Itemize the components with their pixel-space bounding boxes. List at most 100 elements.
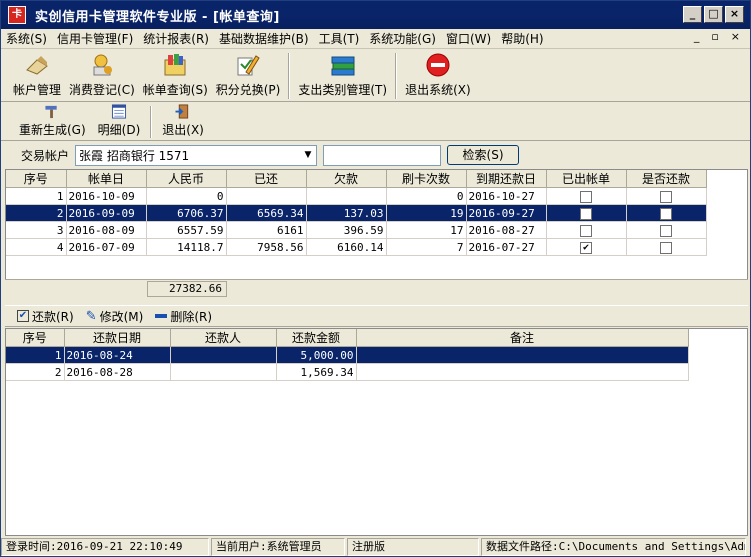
column-header[interactable]: 是否还款 (626, 170, 707, 188)
window-title: 实创信用卡管理软件专业版 - [帐单查询] (35, 9, 280, 25)
menu-bar: 系统(S) 信用卡管理(F) 统计报表(R) 基础数据维护(B) 工具(T) 系… (1, 29, 750, 49)
minimize-button[interactable]: _ (683, 6, 702, 23)
repaid-checkbox[interactable] (660, 190, 672, 203)
column-header[interactable]: 序号 (6, 329, 65, 347)
consume-register-button[interactable]: 消费登记(C) (65, 51, 139, 101)
detail-icon (111, 104, 126, 119)
menu-help[interactable]: 帮助(H) (496, 30, 548, 48)
cell: 2016-08-27 (466, 221, 547, 239)
menu-tools[interactable]: 工具(T) (314, 30, 365, 48)
repaid-checkbox[interactable] (660, 207, 672, 220)
mdi-minimize-icon[interactable]: _ (694, 30, 700, 43)
cell: 17 (386, 221, 467, 239)
column-header[interactable]: 帐单日 (66, 170, 147, 188)
regenerate-button[interactable]: 重新生成(G) (13, 104, 92, 140)
chevron-down-icon[interactable]: ▼ (300, 150, 316, 160)
table-row[interactable]: 4 2016-07-09 14118.7 7958.56 6160.14 7 2… (6, 238, 707, 256)
cell: 14118.7 (146, 238, 227, 256)
account-select[interactable]: 张霞 招商银行 1571 ▼ (75, 144, 318, 166)
bill-table[interactable]: 序号 帐单日 人民币 已还 欠款 刷卡次数 到期还款日 已出帐单 是否还款 1 … (5, 169, 748, 297)
title-bar[interactable]: 卡 实创信用卡管理软件专业版 - [帐单查询] _ □ × (1, 1, 750, 29)
cell (546, 187, 627, 205)
cell (356, 346, 689, 364)
issued-checkbox[interactable] (580, 224, 592, 237)
cell: 6161 (226, 221, 307, 239)
mdi-close-icon[interactable]: × (731, 30, 740, 43)
repaid-checkbox[interactable] (660, 224, 672, 237)
search-button[interactable]: 检索(S) (447, 145, 520, 165)
column-header[interactable]: 还款人 (170, 329, 277, 347)
status-edition: 注册版 (347, 538, 479, 556)
exit-icon (426, 53, 450, 77)
account-label: 交易帐户 (21, 148, 70, 163)
cell (356, 363, 689, 381)
menu-system[interactable]: 系统(S) (1, 30, 52, 48)
cell (626, 187, 707, 205)
cell: 7958.56 (226, 238, 307, 256)
cell: 2016-10-09 (66, 187, 147, 205)
rmb-total: 27382.66 (147, 281, 227, 297)
cell: 3 (6, 221, 67, 239)
detail-button[interactable]: 明细(D) (92, 104, 147, 140)
app-window: 卡 实创信用卡管理软件专业版 - [帐单查询] _ □ × 系统(S) 信用卡管… (0, 0, 751, 557)
filter-bar: 交易帐户 张霞 招商银行 1571 ▼ 检索(S) (1, 142, 750, 168)
delete-label: 删除(R) (170, 309, 213, 324)
column-header[interactable]: 已出帐单 (546, 170, 627, 188)
issued-checkbox[interactable] (580, 207, 592, 220)
table-row[interactable]: 1 2016-10-09 0 0 2016-10-27 (6, 187, 707, 205)
column-header[interactable]: 还款日期 (64, 329, 171, 347)
column-header[interactable]: 序号 (6, 170, 67, 188)
table-row[interactable]: 2 2016-08-28 1,569.34 (6, 363, 689, 381)
maximize-button[interactable]: □ (704, 6, 723, 23)
exit-system-button[interactable]: 退出系统(X) (401, 51, 475, 101)
cell: ✔ (546, 238, 627, 256)
cell: 2 (6, 363, 65, 381)
issued-checkbox[interactable] (580, 190, 592, 203)
menu-system-functions[interactable]: 系统功能(G) (364, 30, 441, 48)
menu-credit-card[interactable]: 信用卡管理(F) (52, 30, 138, 48)
search-input[interactable] (323, 144, 442, 166)
column-header[interactable]: 已还 (226, 170, 307, 188)
cell: 1,569.34 (276, 363, 357, 381)
regenerate-label: 重新生成(G) (19, 123, 86, 137)
account-select-value: 张霞 招商银行 1571 (79, 148, 190, 163)
table-row[interactable]: 1 2016-08-24 5,000.00 (6, 346, 689, 364)
column-header[interactable]: 人民币 (146, 170, 227, 188)
column-header[interactable]: 到期还款日 (466, 170, 547, 188)
column-header[interactable]: 备注 (356, 329, 689, 347)
repaid-checkbox[interactable] (660, 241, 672, 254)
menu-reports[interactable]: 统计报表(R) (138, 30, 214, 48)
app-icon[interactable]: 卡 (8, 6, 26, 24)
edit-button[interactable]: ✎ 修改(M) (86, 308, 144, 325)
issued-checkbox[interactable]: ✔ (580, 241, 592, 254)
account-manage-button[interactable]: 帐户管理 (9, 51, 65, 101)
points-exchange-label: 积分兑换(P) (215, 83, 281, 97)
cell: 2016-07-27 (466, 238, 547, 256)
repay-button[interactable]: ✔ 还款(R) (17, 308, 74, 325)
exit-button[interactable]: 退出(X) (156, 104, 210, 140)
column-header[interactable]: 刷卡次数 (386, 170, 467, 188)
table-row[interactable]: 2 2016-09-09 6706.37 6569.34 137.03 19 2… (6, 204, 707, 222)
cell: 7 (386, 238, 467, 256)
column-header[interactable]: 欠款 (306, 170, 387, 188)
cell: 19 (386, 204, 467, 222)
cell: 2016-08-28 (64, 363, 171, 381)
delete-button[interactable]: 删除(R) (155, 308, 212, 325)
close-button[interactable]: × (725, 6, 744, 23)
payment-table[interactable]: 序号 还款日期 还款人 还款金额 备注 1 2016-08-24 5,000.0… (5, 328, 748, 536)
bill-total-row: 27382.66 (5, 279, 748, 297)
cell: 1 (6, 346, 65, 364)
status-current-user: 当前用户:系统管理员 (211, 538, 345, 556)
books-icon (331, 56, 355, 76)
mdi-restore-icon[interactable]: ▫ (711, 30, 718, 43)
menu-base-data[interactable]: 基础数据维护(B) (214, 30, 314, 48)
points-exchange-button[interactable]: 积分兑换(P) (212, 51, 285, 101)
account-icon (26, 56, 48, 75)
table-row[interactable]: 3 2016-08-09 6557.59 6161 396.59 17 2016… (6, 221, 707, 239)
door-exit-icon (175, 104, 189, 119)
expense-category-button[interactable]: 支出类别管理(T) (294, 51, 391, 101)
column-header[interactable]: 还款金额 (276, 329, 357, 347)
toolbar-separator (150, 106, 153, 138)
bill-query-button[interactable]: 帐单查询(S) (139, 51, 212, 101)
menu-window[interactable]: 窗口(W) (441, 30, 496, 48)
